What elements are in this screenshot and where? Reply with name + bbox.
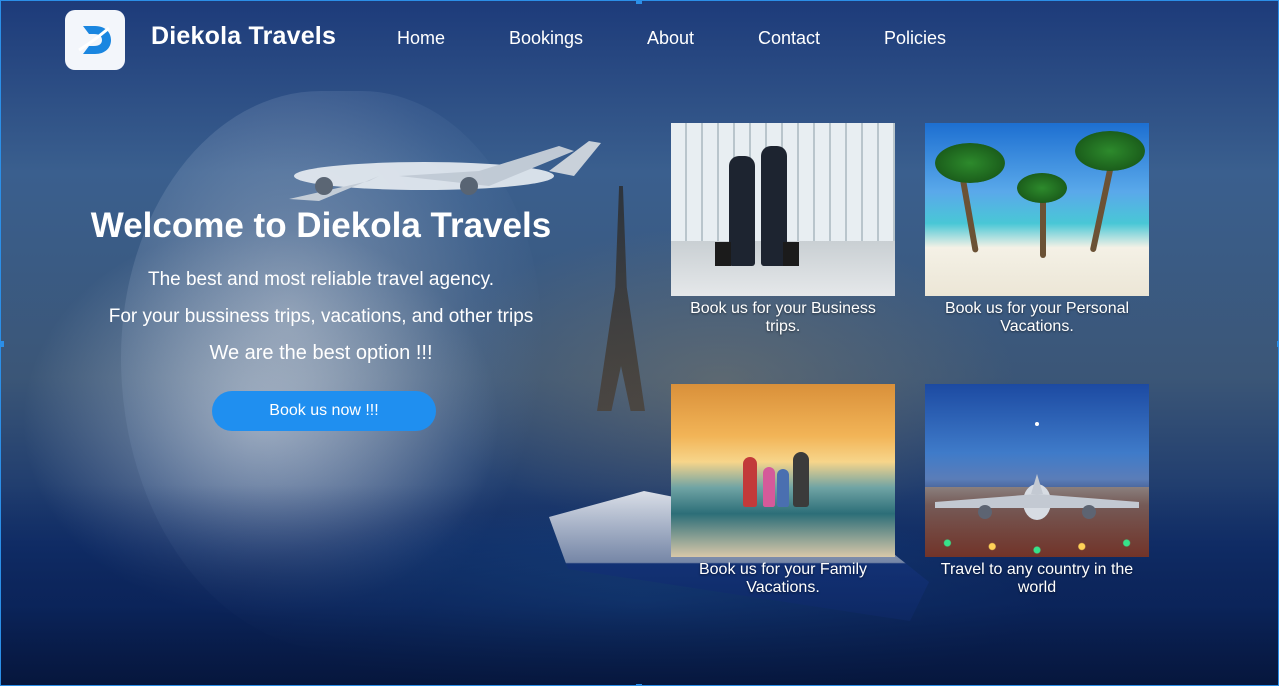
any-country-card[interactable]: Travel to any country in the world [925, 384, 1149, 597]
welcome-title: Welcome to Diekola Travels [90, 206, 552, 245]
book-now-button[interactable]: Book us now !!! [212, 391, 436, 431]
brand-name[interactable]: Diekola Travels [151, 22, 336, 51]
card-caption: Book us for your Personal Vacations. [944, 300, 1130, 335]
personal-vacations-card[interactable]: Book us for your Personal Vacations. [925, 123, 1149, 336]
selection-handle [636, 1, 642, 4]
d-letter-logo-icon [78, 26, 111, 54]
business-travelers-image [671, 123, 895, 296]
tropical-beach-image [925, 123, 1149, 296]
welcome-description: For your bussiness trips, vacations, and… [108, 306, 534, 327]
nav-home[interactable]: Home [397, 28, 445, 49]
welcome-slogan: We are the best option !!! [209, 342, 433, 364]
family-vacations-card[interactable]: Book us for your Family Vacations. [671, 384, 895, 597]
hero-background: Diekola Travels Home Bookings About Cont… [0, 0, 1279, 686]
site-logo[interactable] [65, 10, 125, 70]
nav-contact[interactable]: Contact [758, 28, 820, 49]
business-trips-card[interactable]: Book us for your Business trips. [671, 123, 895, 336]
family-beach-sunset-image [671, 384, 895, 557]
nav-bookings[interactable]: Bookings [509, 28, 583, 49]
card-caption: Book us for your Business trips. [690, 300, 876, 335]
nav-about[interactable]: About [647, 28, 694, 49]
airplane-icon [935, 422, 1139, 520]
nav-policies[interactable]: Policies [884, 28, 946, 49]
airplane-runway-image [925, 384, 1149, 557]
card-caption: Book us for your Family Vacations. [698, 561, 868, 596]
card-caption: Travel to any country in the world [940, 561, 1134, 596]
welcome-section: Welcome to Diekola Travels The best and … [61, 206, 581, 372]
selection-handle [1, 341, 4, 347]
welcome-tagline: The best and most reliable travel agency… [147, 269, 495, 290]
